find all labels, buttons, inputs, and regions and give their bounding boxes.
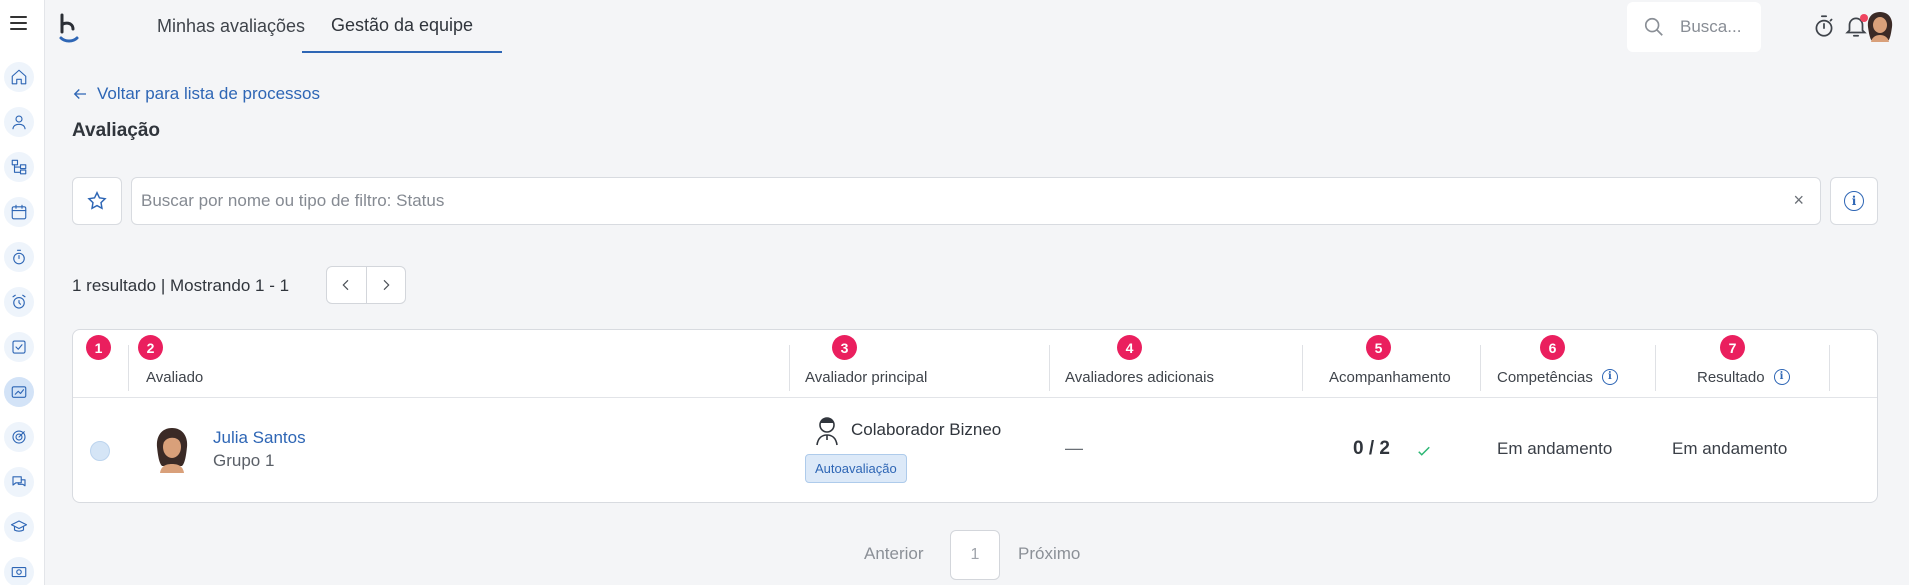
- checklist-icon[interactable]: [4, 332, 34, 362]
- column-header-avaliadores-adicionais[interactable]: Avaliadores adicionais: [1065, 355, 1214, 399]
- star-icon: [87, 191, 107, 210]
- arrow-left-icon: [73, 89, 86, 99]
- results-count: 1 resultado | Mostrando 1 - 1: [72, 276, 290, 295]
- page-title: Avaliação: [72, 120, 161, 141]
- next-page-button[interactable]: [367, 267, 406, 303]
- favorite-button[interactable]: [72, 177, 122, 225]
- chevron-left-icon: [342, 279, 349, 291]
- evaluator-name: Colaborador Bizneo: [851, 420, 1002, 439]
- avatar: [156, 428, 188, 473]
- filter-search-input[interactable]: Buscar por nome ou tipo de filtro: Statu…: [131, 177, 1821, 225]
- column-header-competencias-label: Competências: [1497, 368, 1593, 386]
- prev-page-button[interactable]: [327, 267, 367, 303]
- next-page-link[interactable]: Próximo: [1018, 544, 1080, 564]
- global-search[interactable]: Busca...: [1627, 2, 1761, 52]
- chevron-right-icon: [383, 279, 390, 291]
- target-icon[interactable]: [4, 422, 34, 452]
- column-separator: [1829, 345, 1830, 391]
- user-avatar[interactable]: [1865, 10, 1895, 42]
- column-header-competencias[interactable]: Competências i: [1497, 355, 1618, 399]
- column-separator: [1049, 345, 1050, 391]
- chat-icon[interactable]: [4, 467, 34, 497]
- column-header-resultado[interactable]: Resultado i: [1697, 355, 1790, 399]
- additional-evaluators: —: [1065, 438, 1083, 458]
- evaluee-group: Grupo 1: [213, 451, 275, 470]
- follow-up-progress: 0 / 2: [1353, 438, 1390, 459]
- table-header: 1 2 Avaliado 3 Avaliador principal 4 Ava…: [73, 330, 1877, 398]
- info-icon: i: [1844, 191, 1864, 211]
- column-separator: [1480, 345, 1481, 391]
- evaluations-table: 1 2 Avaliado 3 Avaliador principal 4 Ava…: [72, 329, 1878, 503]
- money-icon[interactable]: [4, 557, 34, 585]
- evaluation-icon[interactable]: [4, 377, 34, 407]
- row-select-radio[interactable]: [90, 441, 110, 461]
- logo-icon[interactable]: [57, 12, 81, 44]
- back-link-label: Voltar para lista de processos: [97, 84, 321, 103]
- column-header-avaliado[interactable]: Avaliado: [146, 355, 203, 399]
- column-separator: [1655, 345, 1656, 391]
- menu-icon[interactable]: [10, 16, 27, 32]
- check-icon: [1415, 442, 1433, 460]
- evaluee-name-link[interactable]: Julia Santos: [213, 428, 306, 448]
- global-search-placeholder: Busca...: [1680, 17, 1742, 36]
- column-separator: [128, 345, 129, 391]
- page-number-button[interactable]: 1: [950, 530, 1000, 580]
- filter-placeholder: Buscar por nome ou tipo de filtro: Statu…: [141, 191, 445, 210]
- search-icon: [1644, 17, 1663, 36]
- column-badge-1: 1: [86, 335, 111, 360]
- tab-gestao-da-equipe[interactable]: Gestão da equipe: [302, 0, 502, 53]
- pager-arrows: [326, 266, 406, 304]
- column-separator: [1302, 345, 1303, 391]
- back-link[interactable]: Voltar para lista de processos: [71, 84, 320, 104]
- user-icon[interactable]: [4, 107, 34, 137]
- column-header-acompanhamento[interactable]: Acompanhamento: [1329, 355, 1451, 399]
- home-icon[interactable]: [4, 62, 34, 92]
- top-bar: Minhas avaliações Gestão da equipe Busca…: [45, 0, 1909, 54]
- org-chart-icon[interactable]: [4, 152, 34, 182]
- info-icon[interactable]: i: [1773, 369, 1790, 385]
- info-button[interactable]: i: [1830, 177, 1878, 225]
- column-header-avaliador-principal[interactable]: Avaliador principal: [805, 355, 927, 399]
- clear-icon[interactable]: ×: [1793, 190, 1804, 211]
- previous-page-link[interactable]: Anterior: [864, 544, 924, 564]
- graduation-icon[interactable]: [4, 512, 34, 542]
- evaluator-avatar-icon: [816, 417, 838, 446]
- competencies-status: Em andamento: [1497, 439, 1613, 458]
- timer-icon[interactable]: [1811, 13, 1837, 39]
- column-separator: [789, 345, 790, 391]
- result-status: Em andamento: [1672, 439, 1788, 458]
- alarm-icon[interactable]: [4, 287, 34, 317]
- self-evaluation-tag: Autoavaliação: [805, 454, 907, 483]
- calendar-icon[interactable]: [4, 197, 34, 227]
- left-rail: [0, 0, 45, 585]
- info-icon[interactable]: i: [1601, 369, 1618, 385]
- column-header-resultado-label: Resultado: [1697, 368, 1765, 386]
- stopwatch-icon[interactable]: [4, 242, 34, 272]
